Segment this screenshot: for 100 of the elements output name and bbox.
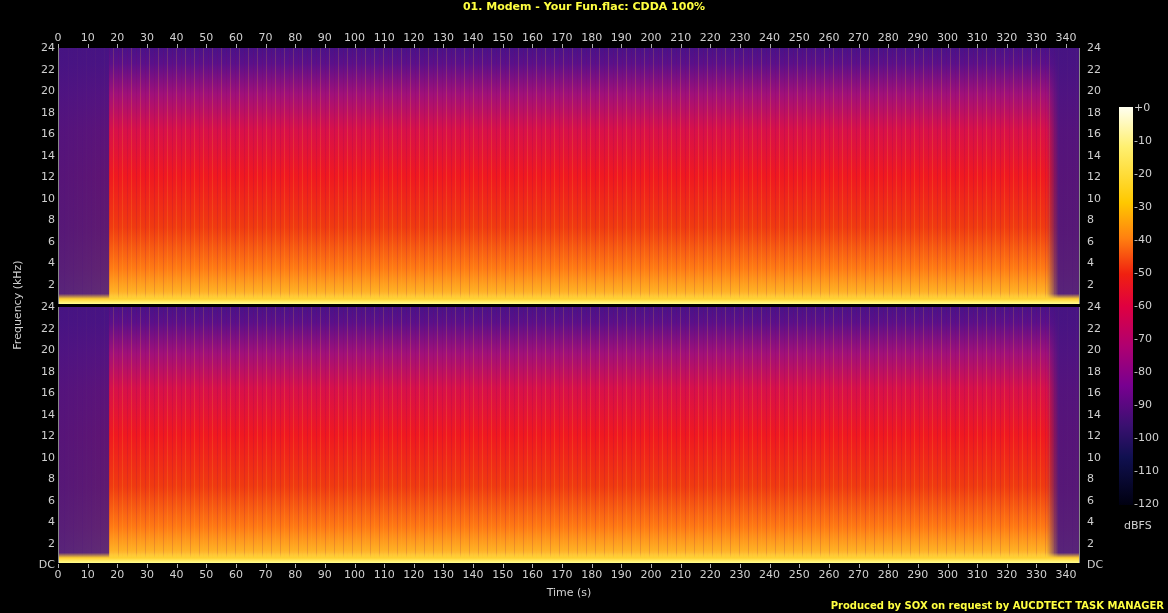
x-tick-label: 0 [54,31,62,44]
colorbar-label: -50 [1134,265,1152,281]
x-tick-label: 330 [1025,31,1047,44]
x-tick-label: 110 [373,568,395,581]
x-tick-label: 330 [1025,568,1047,581]
x-tick-label: 250 [788,31,810,44]
y-tick-label: DC [38,557,55,573]
y-tick-label: 8 [1087,471,1094,487]
colorbar-label: -30 [1134,199,1152,215]
y-tick-label: 6 [1087,233,1094,250]
x-tick-label: 270 [848,31,870,44]
y-tick-label: 10 [1087,449,1101,466]
x-tick-label: 340 [1055,568,1077,581]
colorbar-unit: dBFS [1124,519,1152,532]
x-tick-label: 310 [966,31,988,44]
y-tick-label: 4 [1087,514,1094,530]
x-tick-label: 60 [228,568,243,581]
x-tick-label: 190 [610,568,632,581]
colorbar-label: -40 [1134,232,1152,248]
y-tick-label: 20 [41,342,55,358]
x-tick-label: 270 [848,568,870,581]
y-tick-label: 24 [41,299,55,315]
colorbar-label: -100 [1134,430,1159,446]
colorbar-label: -70 [1134,331,1152,347]
x-tick-label: 120 [403,31,425,44]
y-tick-label: 8 [48,471,55,487]
x-tick-label: 260 [818,568,840,581]
y-axis-label: Frequency (kHz) [10,260,24,350]
x-tick-label: 100 [344,31,365,44]
x-tick-label: 10 [80,31,95,44]
y-tick-label: 6 [48,492,55,509]
x-tick-label: 110 [373,31,395,44]
y-tick-label: 16 [41,385,55,401]
x-tick-label: 10 [80,568,95,581]
y-tick-label: 6 [1087,492,1094,509]
x-tick-label: 150 [492,568,514,581]
x-tick-label: 300 [937,31,958,44]
y-tick-label: 18 [41,104,55,121]
x-tick-label: 120 [403,568,425,581]
y-tick-label: 14 [41,406,55,423]
x-tick-label: 40 [169,568,184,581]
footer-credit: Produced by SOX on request by AUCDTECT TASK MANAGER [830,600,1164,611]
y-tick-label: 2 [1087,276,1094,293]
y-tick-label: 4 [48,255,55,271]
x-tick-label: 230 [729,31,751,44]
x-tick-label: 280 [877,568,899,581]
y-tick-label: 22 [1087,61,1101,78]
chart-title: 01. Modem - Your Fun.flac: CDDA 100% [461,0,707,13]
x-tick-label: 90 [317,31,332,44]
y-tick-label: 12 [41,428,55,444]
y-tick-label: 8 [48,212,55,228]
x-tick-label: 310 [966,568,988,581]
colorbar-label: +0 [1134,100,1151,116]
y-tick-label: 20 [1087,83,1101,99]
colorbar-label: -110 [1134,463,1159,479]
y-tick-label: 18 [41,363,55,380]
x-tick-label: 250 [788,568,810,581]
y-tick-label: 22 [1087,320,1101,337]
y-tick-label: 8 [1087,212,1094,228]
y-tick-label: 18 [1087,104,1101,121]
x-tick-label: 200 [640,568,662,581]
x-tick-label: 220 [699,31,721,44]
x-tick-label: 230 [729,568,751,581]
colorbar-label: -120 [1134,496,1159,512]
x-axis-label: Time (s) [546,586,592,599]
x-tick-label: 60 [228,31,243,44]
x-tick-label: 290 [907,568,929,581]
x-tick-label: 320 [996,31,1018,44]
x-tick-label: 180 [581,568,603,581]
y-tick-label: 10 [41,190,55,207]
y-tick-label: 2 [1087,535,1094,552]
y-tick-label: DC [1087,557,1104,573]
y-tick-label: 4 [48,514,55,530]
y-tick-label: 14 [1087,147,1101,164]
x-tick-label: 170 [551,568,573,581]
y-tick-label: 14 [1087,406,1101,423]
x-tick-label: 300 [937,568,958,581]
x-tick-label: 170 [551,31,573,44]
y-tick-label: 16 [41,126,55,142]
y-tick-label: 20 [41,83,55,99]
x-tick-label: 160 [521,568,543,581]
x-tick-label: 240 [759,31,781,44]
x-tick-label: 180 [581,31,603,44]
y-tick-label: 14 [41,147,55,164]
y-tick-label: 24 [1087,40,1101,56]
x-tick-label: 30 [139,568,154,581]
y-tick-label: 22 [41,61,55,78]
x-tick-label: 80 [288,568,303,581]
y-tick-label: 2 [48,535,55,552]
y-tick-label: 10 [41,449,55,466]
y-tick-label: 16 [1087,385,1101,401]
y-tick-label: 24 [1087,299,1101,315]
x-tick-label: 20 [110,568,125,581]
y-tick-label: 4 [1087,255,1094,271]
x-tick-label: 190 [610,31,632,44]
x-tick-label: 20 [110,31,125,44]
x-tick-label: 50 [199,31,214,44]
x-tick-label: 210 [670,31,692,44]
colorbar-label: -20 [1134,166,1152,182]
x-tick-label: 80 [288,31,303,44]
